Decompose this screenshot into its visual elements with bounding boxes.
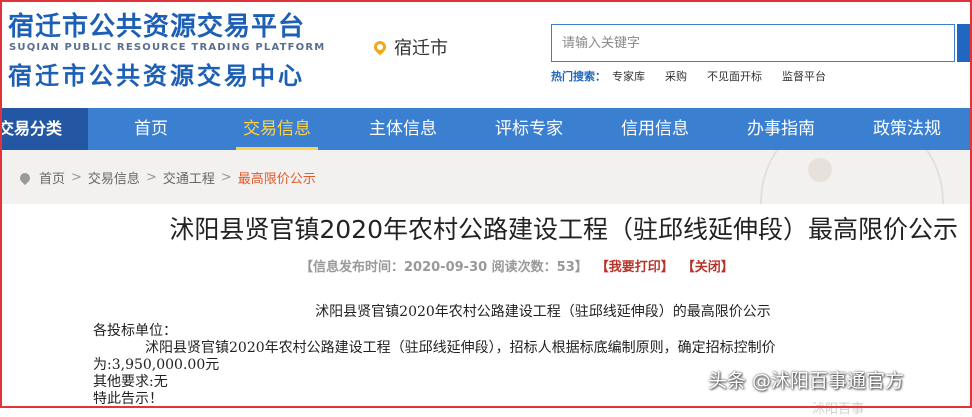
hot-link-expert-library[interactable]: 专家库 bbox=[612, 68, 645, 84]
decorative-ferris-wheel bbox=[760, 150, 944, 204]
breadcrumb-traffic-engineering[interactable]: 交通工程 bbox=[163, 168, 215, 187]
body-salutation: 各投标单位： bbox=[93, 323, 177, 339]
search-button[interactable] bbox=[957, 24, 972, 62]
body-paragraph: 沭阳县贤官镇2020年农村公路建设工程（驻邱线延伸段），招标人根据标底编制原则，… bbox=[145, 340, 776, 356]
hot-search-label: 热门搜索： bbox=[551, 70, 606, 83]
hot-search-links: 热门搜索： 专家库 采购 不见面开标 监督平台 bbox=[551, 68, 826, 84]
hot-link-remote-bid-opening[interactable]: 不见面开标 bbox=[707, 68, 762, 84]
breadcrumb-band: 首页 > 交易信息 > 交通工程 > 最高限价公示 bbox=[0, 150, 972, 204]
close-button[interactable]: 【关闭】 bbox=[682, 256, 734, 275]
breadcrumb: 首页 > 交易信息 > 交通工程 > 最高限价公示 bbox=[17, 168, 316, 187]
nav-item-bid-experts[interactable]: 评标专家 bbox=[466, 108, 592, 150]
nav-item-service-guide[interactable]: 办事指南 bbox=[718, 108, 844, 150]
watermark: 头条 @沭阳百事通官方 bbox=[708, 370, 905, 392]
hot-link-procurement[interactable]: 采购 bbox=[665, 68, 687, 84]
map-pin-icon bbox=[371, 38, 389, 56]
search-input[interactable] bbox=[552, 25, 954, 61]
breadcrumb-trading-info[interactable]: 交易信息 bbox=[88, 168, 140, 187]
location-selector[interactable]: 宿迁市 bbox=[371, 34, 448, 60]
location-label: 宿迁市 bbox=[394, 38, 448, 59]
logo-title-bottom[interactable]: 宿迁市公共资源交易中心 bbox=[8, 56, 305, 91]
logo-english: SUQIAN PUBLIC RESOURCE TRADING PLATFORM bbox=[9, 42, 326, 53]
nav-item-trading-info[interactable]: 交易信息 bbox=[214, 108, 340, 150]
breadcrumb-current: 最高限价公示 bbox=[237, 172, 316, 187]
article-meta: 【信息发布时间：2020-09-30 阅读次数：53】 【我要打印】 【关闭】 bbox=[300, 256, 734, 275]
nav-item-credit-info[interactable]: 信用信息 bbox=[592, 108, 718, 150]
publish-info: 【信息发布时间：2020-09-30 阅读次数：53】 bbox=[300, 260, 588, 275]
site-header: 宿迁市公共资源交易平台 SUQIAN PUBLIC RESOURCE TRADI… bbox=[0, 0, 972, 108]
hot-link-supervision-platform[interactable]: 监督平台 bbox=[782, 68, 826, 84]
nav-category-menu[interactable]: 交易分类 bbox=[0, 108, 88, 150]
search-box bbox=[551, 24, 955, 62]
breadcrumb-separator: > bbox=[71, 170, 82, 185]
body-heading: 沭阳县贤官镇2020年农村公路建设工程（驻邱线延伸段）的最高限价公示 bbox=[315, 304, 771, 320]
breadcrumb-separator: > bbox=[145, 170, 157, 185]
main-nav: 交易分类 首页 交易信息 主体信息 评标专家 信用信息 办事指南 政策法规 bbox=[0, 108, 972, 150]
logo-title-top[interactable]: 宿迁市公共资源交易平台 bbox=[8, 6, 305, 43]
breadcrumb-home[interactable]: 首页 bbox=[39, 168, 65, 187]
map-pin-icon bbox=[17, 170, 33, 185]
nav-item-home[interactable]: 首页 bbox=[88, 108, 214, 150]
print-button[interactable]: 【我要打印】 bbox=[596, 256, 674, 275]
decorative-hub bbox=[808, 158, 832, 182]
breadcrumb-separator: > bbox=[220, 170, 232, 185]
nav-item-entity-info[interactable]: 主体信息 bbox=[340, 108, 466, 150]
article-title: 沭阳县贤官镇2020年农村公路建设工程（驻邱线延伸段）最高限价公示 bbox=[169, 215, 958, 244]
nav-item-policies[interactable]: 政策法规 bbox=[844, 108, 970, 150]
